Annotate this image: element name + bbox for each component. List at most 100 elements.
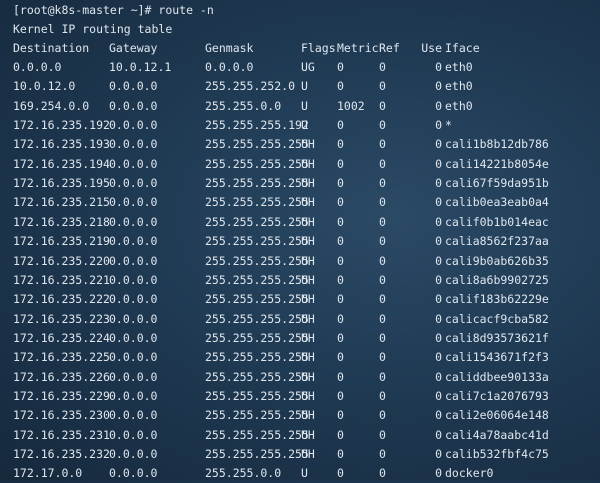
route-use: 0 — [435, 311, 442, 326]
route-flags: UH — [301, 330, 315, 345]
route-flags: UH — [301, 137, 315, 152]
route-destination: 172.16.235.229 — [13, 388, 110, 403]
route-gateway: 0.0.0.0 — [109, 408, 158, 423]
route-metric: 0 — [337, 272, 344, 287]
route-flags: UH — [301, 388, 315, 403]
route-flags: UH — [301, 156, 315, 171]
route-ref: 0 — [379, 388, 386, 403]
route-flags: UH — [301, 447, 315, 461]
route-gateway: 0.0.0.0 — [109, 234, 158, 249]
route-iface: docker0 — [445, 466, 494, 481]
route-destination: 172.17.0.0 — [13, 466, 83, 481]
route-ref: 0 — [379, 292, 386, 307]
route-flags: UH — [301, 195, 315, 210]
route-metric: 0 — [337, 292, 344, 307]
route-iface: eth0 — [445, 60, 473, 74]
route-destination: 172.16.235.221 — [13, 272, 110, 287]
route-genmask: 255.255.255.255 — [205, 253, 309, 268]
terminal-window[interactable]: [root@k8s-master ~]# route -n Kernel IP … — [0, 0, 600, 480]
route-genmask: 255.255.252.0 — [205, 79, 296, 94]
route-iface: cali1543671f2f3 — [445, 350, 549, 365]
route-destination: 10.0.12.0 — [13, 79, 76, 94]
route-metric: 0 — [337, 156, 344, 171]
route-iface: cali4a78aabc41d — [445, 427, 549, 442]
route-use: 0 — [435, 60, 442, 74]
route-use: 0 — [435, 292, 442, 307]
header-use: Use — [421, 41, 442, 55]
route-ref: 0 — [379, 60, 386, 74]
route-flags: UH — [301, 369, 315, 384]
route-flags: UH — [301, 176, 315, 191]
route-use: 0 — [435, 214, 442, 229]
route-iface: cali8d93573621f — [445, 330, 549, 345]
route-use: 0 — [435, 427, 442, 442]
route-flags: U — [301, 98, 308, 113]
route-destination: 172.16.235.224 — [13, 330, 110, 345]
route-iface: calif183b62229e — [445, 292, 549, 307]
route-destination: 172.16.235.225 — [13, 350, 110, 365]
route-metric: 0 — [337, 311, 344, 326]
route-use: 0 — [435, 350, 442, 365]
route-genmask: 255.255.0.0 — [205, 98, 282, 113]
route-genmask: 255.255.0.0 — [205, 466, 282, 481]
route-destination: 172.16.235.192 — [13, 118, 110, 133]
route-genmask: 255.255.255.255 — [205, 195, 309, 210]
header-iface: Iface — [445, 41, 480, 55]
route-ref: 0 — [379, 272, 386, 287]
route-gateway: 0.0.0.0 — [109, 272, 158, 287]
route-gateway: 0.0.0.0 — [109, 253, 158, 268]
route-metric: 1002 — [337, 98, 365, 113]
route-use: 0 — [435, 330, 442, 345]
route-use: 0 — [435, 234, 442, 249]
route-ref: 0 — [379, 330, 386, 345]
route-ref: 0 — [379, 350, 386, 365]
route-destination: 172.16.235.231 — [13, 427, 110, 442]
route-destination: 172.16.235.232 — [13, 447, 110, 461]
route-metric: 0 — [337, 79, 344, 94]
route-flags: U — [301, 118, 308, 133]
route-gateway: 0.0.0.0 — [109, 369, 158, 384]
route-gateway: 0.0.0.0 — [109, 137, 158, 152]
header-flags: Flags — [301, 41, 336, 55]
route-destination: 0.0.0.0 — [13, 60, 62, 74]
route-destination: 172.16.235.215 — [13, 195, 110, 210]
route-iface: cali1b8b12db786 — [445, 137, 549, 152]
route-use: 0 — [435, 272, 442, 287]
route-gateway: 0.0.0.0 — [109, 195, 158, 210]
route-use: 0 — [435, 408, 442, 423]
route-metric: 0 — [337, 253, 344, 268]
route-gateway: 0.0.0.0 — [109, 156, 158, 171]
route-gateway: 0.0.0.0 — [109, 79, 158, 94]
route-metric: 0 — [337, 369, 344, 384]
route-metric: 0 — [337, 137, 344, 152]
route-ref: 0 — [379, 408, 386, 423]
route-gateway: 0.0.0.0 — [109, 311, 158, 326]
route-ref: 0 — [379, 118, 386, 133]
route-iface: cali2e06064e148 — [445, 408, 549, 423]
route-ref: 0 — [379, 447, 386, 461]
route-use: 0 — [435, 156, 442, 171]
route-gateway: 0.0.0.0 — [109, 330, 158, 345]
route-metric: 0 — [337, 447, 344, 461]
route-metric: 0 — [337, 408, 344, 423]
route-genmask: 255.255.255.255 — [205, 137, 309, 152]
route-destination: 172.16.235.222 — [13, 292, 110, 307]
route-gateway: 0.0.0.0 — [109, 466, 158, 481]
route-use: 0 — [435, 447, 442, 461]
route-gateway: 0.0.0.0 — [109, 118, 158, 133]
header-genmask: Genmask — [205, 41, 254, 55]
route-iface: calia8562f237aa — [445, 234, 549, 249]
route-flags: UH — [301, 350, 315, 365]
route-destination: 172.16.235.219 — [13, 234, 110, 249]
route-gateway: 0.0.0.0 — [109, 176, 158, 191]
route-iface: eth0 — [445, 98, 473, 113]
route-iface: calib0ea3eab0a4 — [445, 195, 549, 210]
route-ref: 0 — [379, 176, 386, 191]
route-gateway: 0.0.0.0 — [109, 350, 158, 365]
route-use: 0 — [435, 137, 442, 152]
route-flags: UH — [301, 272, 315, 287]
route-iface: * — [445, 118, 452, 133]
route-ref: 0 — [379, 98, 386, 113]
route-genmask: 0.0.0.0 — [205, 60, 254, 74]
route-genmask: 255.255.255.255 — [205, 292, 309, 307]
